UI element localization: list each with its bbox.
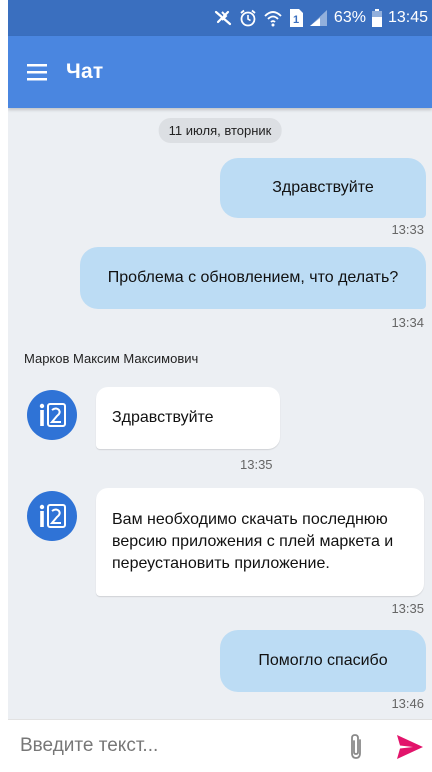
attach-button[interactable]	[344, 732, 368, 762]
message-text: Проблема с обновлением, что делать?	[107, 269, 399, 286]
sim-icon: 1	[288, 8, 304, 28]
incoming-message-bubble[interactable]: Вам необходимо скачать последнюю версию …	[96, 488, 424, 596]
status-bar: 1 63% 13:45	[8, 0, 432, 36]
message-input[interactable]	[20, 728, 320, 764]
status-time: 13:45	[387, 9, 428, 26]
wifi-icon	[263, 8, 283, 28]
message-time: 13:35	[391, 601, 424, 616]
avatar[interactable]	[27, 390, 77, 440]
alarm-icon	[238, 8, 258, 28]
ib-logo-icon	[39, 504, 66, 528]
app-bar: Чат	[8, 36, 432, 108]
send-button[interactable]	[395, 733, 425, 761]
outgoing-message-bubble[interactable]: Помогло спасибо	[220, 630, 426, 692]
message-time: 13:35	[240, 457, 273, 472]
send-icon	[397, 735, 423, 759]
outgoing-message-bubble[interactable]: Здравствуйте	[220, 158, 426, 218]
page-title: Чат	[66, 60, 104, 83]
outgoing-message-bubble[interactable]: Проблема с обновлением, что делать?	[80, 247, 426, 309]
message-text: Вам необходимо скачать последнюю версию …	[112, 511, 394, 572]
message-time: 13:34	[391, 315, 424, 330]
message-text: Помогло спасибо	[258, 652, 388, 669]
avatar[interactable]	[27, 491, 77, 541]
message-time: 13:33	[391, 222, 424, 237]
chat-message-list[interactable]: 11 июля, вторник Здравствуйте 13:33 Проб…	[8, 108, 432, 719]
paperclip-icon	[351, 734, 361, 759]
message-time: 13:46	[391, 696, 424, 711]
chat-screen: 1 63% 13:45 Чат 11 июля, вторник Здравст…	[8, 0, 432, 772]
message-composer	[8, 719, 432, 772]
ib-logo-icon	[39, 403, 66, 427]
signal-icon	[309, 9, 329, 27]
sim-slot-label: 1	[293, 14, 299, 26]
message-text: Здравствуйте	[112, 409, 214, 426]
menu-icon	[27, 64, 47, 81]
menu-button[interactable]	[8, 36, 66, 108]
battery-icon	[371, 8, 383, 28]
vibrate-icon	[213, 8, 233, 28]
message-text: Здравствуйте	[272, 179, 374, 196]
date-separator: 11 июля, вторник	[158, 118, 282, 143]
battery-percent: 63%	[333, 9, 366, 26]
incoming-message-bubble[interactable]: Здравствуйте	[96, 387, 280, 449]
sender-name: Марков Максим Максимович	[24, 351, 199, 366]
